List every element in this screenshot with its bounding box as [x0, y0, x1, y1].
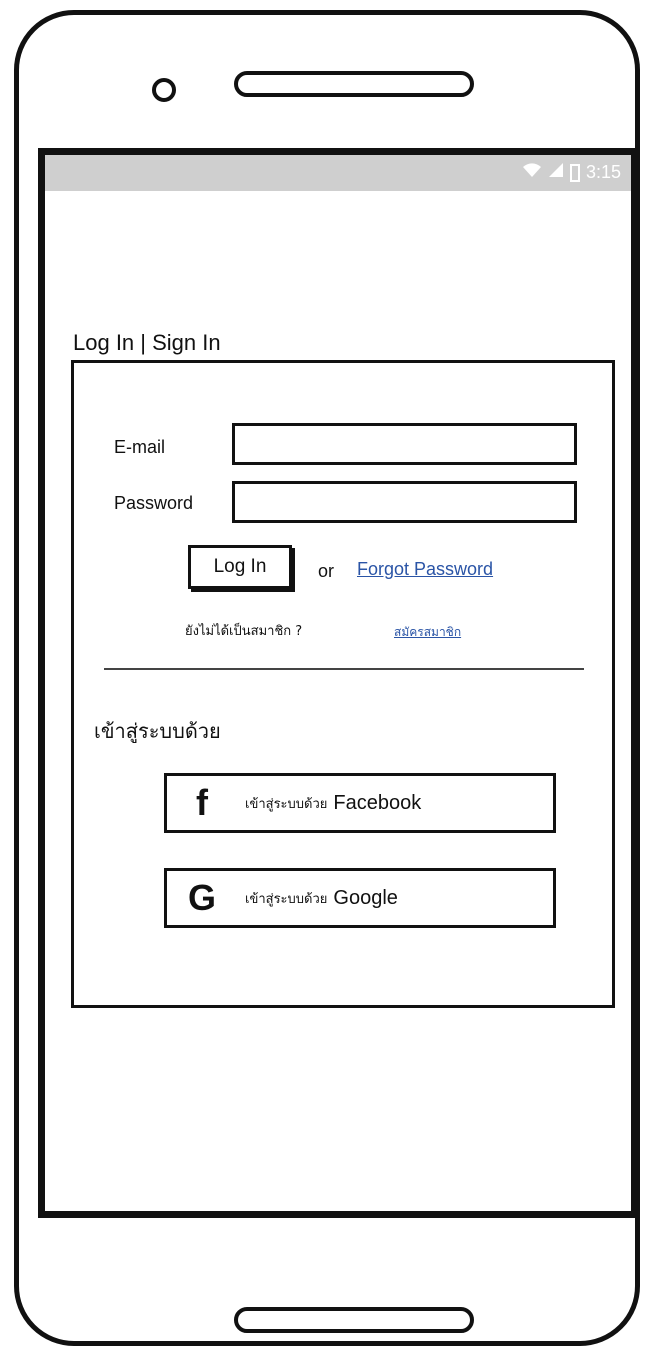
screen: 3:15 Log In | Sign In E-mail Password Lo…: [38, 148, 638, 1218]
email-field[interactable]: [232, 423, 577, 465]
divider: [104, 668, 584, 670]
wifi-icon: [522, 162, 542, 183]
facebook-login-button[interactable]: f เข้าสู่ระบบด้วย Facebook: [164, 773, 556, 833]
battery-icon: [569, 163, 580, 182]
home-button[interactable]: [234, 1307, 474, 1333]
page-title: Log In | Sign In: [73, 330, 221, 355]
login-button[interactable]: Log In: [188, 545, 292, 589]
password-label: Password: [114, 493, 194, 513]
password-field[interactable]: [232, 481, 577, 523]
facebook-icon: f: [196, 782, 208, 823]
forgot-password-link[interactable]: Forgot Password: [357, 559, 493, 580]
google-icon: G: [187, 877, 216, 918]
google-button-brand: Google: [333, 886, 398, 909]
not-member-text: ยังไม่ได้เป็นสมาชิก ?: [185, 624, 303, 639]
or-label: or: [318, 561, 335, 581]
signup-link[interactable]: สมัครสมาชิก: [394, 623, 461, 642]
camera-icon: [152, 78, 176, 102]
email-label: E-mail: [114, 437, 166, 457]
social-login-label: เข้าสู่ระบบด้วย: [94, 719, 221, 743]
status-icons: 3:15: [522, 162, 621, 183]
status-bar: 3:15: [45, 155, 631, 191]
status-time: 3:15: [585, 162, 621, 182]
facebook-button-prefix: เข้าสู่ระบบด้วย: [245, 796, 328, 812]
google-login-button[interactable]: G เข้าสู่ระบบด้วย Google: [164, 868, 556, 928]
login-card: E-mail Password Log In or Forgot Passwor…: [71, 360, 615, 1008]
signal-icon: [548, 162, 564, 183]
facebook-button-brand: Facebook: [333, 791, 422, 814]
google-button-prefix: เข้าสู่ระบบด้วย: [245, 891, 328, 907]
earpiece-speaker: [234, 71, 474, 97]
